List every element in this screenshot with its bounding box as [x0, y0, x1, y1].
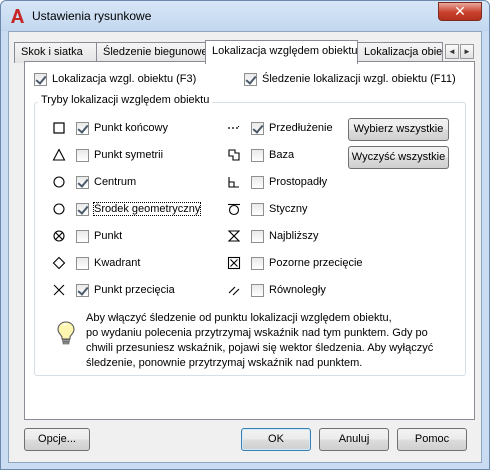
- geometric-center-label: Środek geometryczny: [92, 202, 202, 216]
- select-all-button[interactable]: Wybierz wszystkie: [348, 118, 449, 141]
- midpoint-checkbox[interactable]: [76, 149, 89, 162]
- info-line: śledzenie, ponownie przytrzymaj wskaźnik…: [86, 357, 363, 369]
- tangent-checkbox[interactable]: [251, 203, 264, 216]
- quadrant-checkbox[interactable]: [76, 257, 89, 270]
- autocad-app-icon: [11, 9, 24, 23]
- parallel-label: Równoległy: [269, 284, 326, 296]
- info-line: Aby włączyć śledzenie od punktu lokaliza…: [86, 312, 392, 324]
- intersection-checkbox[interactable]: [76, 284, 89, 297]
- tab-scroll-left-icon[interactable]: ◄: [445, 44, 459, 59]
- parallel-marker-icon: [228, 286, 240, 296]
- intersection-label: Punkt przecięcia: [94, 284, 175, 296]
- osnap-on-label: Lokalizacja wzgl. obiektu (F3): [52, 73, 197, 85]
- node-checkbox[interactable]: [76, 230, 89, 243]
- node-marker-icon: [53, 230, 65, 242]
- apparent-intersection-label: Pozorne przecięcie: [269, 257, 363, 269]
- tab-strip: Skok i siatka Śledzenie biegunowe Lokali…: [9, 32, 483, 64]
- tab-snap-and-grid[interactable]: Skok i siatka: [14, 42, 97, 63]
- tab-polar-tracking[interactable]: Śledzenie biegunowe: [96, 42, 206, 63]
- apparent-intersection-checkbox[interactable]: [251, 257, 264, 270]
- info-line: chwili przesuniesz wskaźnik, pojawi się …: [86, 342, 434, 354]
- insertion-checkbox[interactable]: [251, 149, 264, 162]
- apparent-intersection-marker-icon: [227, 256, 241, 270]
- tangent-marker-icon: [228, 203, 240, 216]
- tab-object-snap[interactable]: Lokalizacja względem obiektu: [205, 40, 358, 64]
- object-snap-panel: Lokalizacja wzgl. obiektu (F3) Śledzenie…: [24, 61, 475, 420]
- window-title: Ustawienia rysunkowe: [32, 9, 152, 23]
- perpendicular-label: Prostopadły: [269, 176, 328, 188]
- snap-modes-title: Tryby lokalizacji względem obiektu: [38, 94, 213, 106]
- circle-marker-icon: [53, 203, 65, 215]
- info-text-block: Aby włączyć śledzenie od punktu lokaliza…: [86, 311, 466, 371]
- endpoint-checkbox[interactable]: [76, 122, 89, 135]
- nearest-checkbox[interactable]: [251, 230, 264, 243]
- circle-marker-icon: [53, 176, 65, 188]
- extension-checkbox[interactable]: [251, 122, 264, 135]
- insertion-marker-icon: [228, 149, 240, 161]
- tangent-label: Styczny: [269, 203, 308, 215]
- info-line: po wydaniu polecenia przytrzymaj wskaźni…: [86, 327, 428, 339]
- triangle-marker-icon: [52, 148, 66, 161]
- square-marker-icon: [53, 122, 65, 134]
- osnap-on-checkbox[interactable]: [34, 73, 47, 86]
- lightbulb-icon: [57, 321, 75, 345]
- quadrant-label: Kwadrant: [94, 257, 141, 269]
- nearest-marker-icon: [227, 230, 241, 242]
- clear-all-button[interactable]: Wyczyść wszystkie: [348, 146, 449, 169]
- center-checkbox[interactable]: [76, 176, 89, 189]
- cancel-button[interactable]: Anuluj: [319, 428, 389, 451]
- otrack-on-checkbox[interactable]: [244, 73, 257, 86]
- extension-label: Przedłużenie: [269, 122, 333, 134]
- title-bar[interactable]: Ustawienia rysunkowe ✕: [1, 1, 489, 31]
- options-button[interactable]: Opcje...: [24, 428, 90, 451]
- insertion-label: Baza: [269, 149, 295, 161]
- geometric-center-checkbox[interactable]: [76, 203, 89, 216]
- perpendicular-checkbox[interactable]: [251, 176, 264, 189]
- midpoint-label: Punkt symetrii: [94, 149, 164, 161]
- perpendicular-marker-icon: [228, 177, 239, 188]
- nearest-label: Najbliższy: [269, 230, 319, 242]
- extension-marker-icon: [228, 126, 240, 129]
- endpoint-label: Punkt końcowy: [94, 122, 168, 134]
- x-marker-icon: [53, 284, 65, 296]
- tab-3d-object-snap[interactable]: Lokalizacja obiek: [357, 42, 443, 63]
- node-label: Punkt: [94, 230, 123, 242]
- tab-scroll-right-icon[interactable]: ►: [460, 44, 474, 59]
- ok-button[interactable]: OK: [241, 428, 311, 451]
- help-button[interactable]: Pomoc: [397, 428, 467, 451]
- otrack-on-label: Śledzenie lokalizacji wzgl. obiektu (F11…: [262, 73, 456, 85]
- center-label: Centrum: [94, 176, 137, 188]
- close-button[interactable]: ✕: [438, 2, 482, 21]
- diamond-marker-icon: [52, 256, 66, 270]
- parallel-checkbox[interactable]: [251, 284, 264, 297]
